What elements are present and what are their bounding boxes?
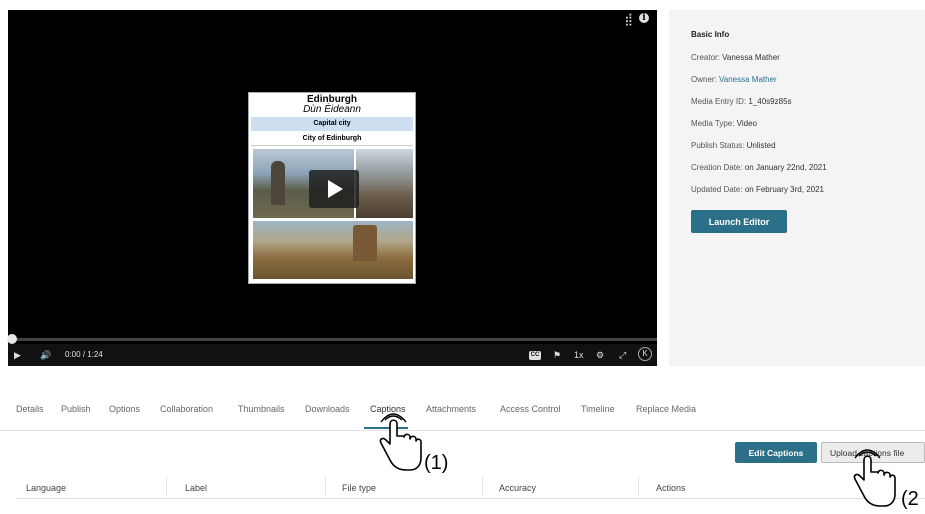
column-label: Label [185,483,208,493]
progress-bar[interactable] [7,334,657,344]
edit-captions-button[interactable]: Edit Captions [735,442,817,463]
player-controls-bar: ▶ 🔊 0:00 / 1:24 CC ⚑ 1x ⚙ ⤢ K [7,334,657,366]
media-type-label: Media Type: [691,119,735,128]
video-player[interactable]: ⣾ i Edinburgh Dùn Èideann Capital city C… [7,10,657,366]
expand-icon[interactable]: ⤢ [619,348,626,362]
column-actions: Actions [656,483,686,493]
publish-status-row: Publish Status: Unlisted [691,141,776,150]
column-accuracy: Accuracy [499,483,537,493]
updated-date-value: on February 3rd, 2021 [744,185,824,194]
tab-downloads[interactable]: Downloads [305,404,350,414]
callout-1: (1) [424,452,449,474]
tab-thumbnails[interactable]: Thumbnails [238,404,285,414]
kaltura-logo-icon[interactable]: K [638,347,652,361]
thumbnail-photos [253,149,413,279]
tab-timeline[interactable]: Timeline [581,404,615,414]
tab-details[interactable]: Details [16,404,44,414]
entry-id-value: 1_40s9z85s [748,97,792,106]
gear-icon[interactable]: ⚙ [596,348,604,362]
playback-speed[interactable]: 1x [574,348,584,362]
column-separator [638,476,639,496]
share-icon[interactable]: ⣾ [624,12,633,26]
entry-id-label: Media Entry ID: [691,97,747,106]
thumbnail-subtitle: Dùn Èideann [303,104,361,115]
launch-editor-button[interactable]: Launch Editor [691,210,787,233]
entry-id-row: Media Entry ID: 1_40s9z85s [691,97,792,106]
column-file-type: File type [342,483,377,493]
creator-label: Creator: [691,53,720,62]
big-play-button[interactable] [309,170,359,208]
publish-status-label: Publish Status: [691,141,745,150]
updated-date-row: Updated Date: on February 3rd, 2021 [691,185,824,194]
tab-publish[interactable]: Publish [61,404,91,414]
updated-date-label: Updated Date: [691,185,743,194]
pointer-hand-icon [379,413,422,471]
column-separator [325,476,326,496]
progress-scrubber[interactable] [7,334,17,344]
volume-icon[interactable]: 🔊 [40,348,51,362]
current-time: 0:00 [65,350,81,359]
column-separator [482,476,483,496]
tab-collaboration[interactable]: Collaboration [160,404,213,414]
media-type-row: Media Type: Video [691,119,757,128]
captions-icon[interactable]: CC [529,351,541,360]
column-language: Language [26,483,67,493]
basic-info-panel: Basic Info Creator: Vanessa Mather Owner… [669,10,925,366]
callout-2: (2 [901,488,919,510]
column-separator [166,476,167,496]
creator-row: Creator: Vanessa Mather [691,53,780,62]
thumbnail-band-capital: Capital city [251,117,413,131]
tabs-divider [0,430,925,431]
tab-access-control[interactable]: Access Control [500,404,561,414]
photo-street [356,149,413,218]
creator-value: Vanessa Mather [722,53,780,62]
basic-info-heading: Basic Info [691,30,730,39]
tab-options[interactable]: Options [109,404,140,414]
owner-label: Owner: [691,75,717,84]
thumbnail-band-city: City of Edinburgh [251,133,413,146]
pointer-hand-icon [853,449,896,507]
photo-skyline [253,221,413,279]
time-display: 0:00 / 1:24 [65,348,103,362]
play-icon[interactable]: ▶ [14,348,21,362]
tab-attachments[interactable]: Attachments [426,404,476,414]
owner-row: Owner: Vanessa Mather [691,75,777,84]
owner-link[interactable]: Vanessa Mather [719,75,777,84]
media-type-value: Video [736,119,757,128]
creation-date-label: Creation Date: [691,163,743,172]
tab-replace-media[interactable]: Replace Media [636,404,696,414]
duration: / 1:24 [82,350,103,359]
publish-status-value: Unlisted [746,141,776,150]
table-header-divider [16,498,925,499]
info-icon[interactable]: i [639,13,649,23]
flag-icon[interactable]: ⚑ [553,348,561,362]
creation-date-row: Creation Date: on January 22nd, 2021 [691,163,827,172]
creation-date-value: on January 22nd, 2021 [744,163,827,172]
